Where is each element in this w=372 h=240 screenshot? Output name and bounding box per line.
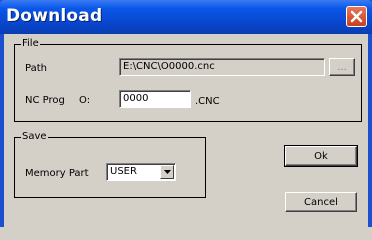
ncprog-suffix: .CNC	[195, 96, 220, 107]
ok-button[interactable]: Ok	[284, 145, 358, 167]
save-group: Save Memory Part USER	[14, 131, 206, 198]
memory-part-label: Memory Part	[25, 168, 89, 179]
save-group-legend: Save	[21, 131, 48, 143]
ncprog-value: 0000	[123, 93, 149, 104]
ncprog-field[interactable]: 0000	[119, 90, 191, 108]
memory-part-value: USER	[110, 166, 137, 177]
path-field[interactable]: E:\CNC\O0000.cnc	[119, 58, 325, 76]
file-group: File Path E:\CNC\O0000.cnc ... NC Prog O…	[14, 38, 362, 122]
ok-button-label: Ok	[314, 150, 328, 162]
browse-button-label: ...	[337, 61, 347, 73]
chevron-down-icon	[163, 170, 171, 174]
dropdown-button[interactable]	[160, 165, 174, 179]
close-icon	[350, 10, 363, 23]
browse-button[interactable]: ...	[329, 58, 355, 76]
download-dialog: Download File Path E:\CNC\O0000.cnc ... …	[0, 0, 372, 227]
ncprog-label: NC Prog	[25, 95, 65, 106]
title-bar[interactable]: Download	[0, 0, 372, 34]
memory-part-select[interactable]: USER	[106, 163, 176, 181]
cancel-button-label: Cancel	[304, 196, 338, 208]
path-label: Path	[25, 63, 47, 74]
close-button[interactable]	[346, 6, 367, 27]
path-value: E:\CNC\O0000.cnc	[123, 61, 215, 72]
ncprog-prefix: O:	[79, 95, 91, 106]
window-title: Download	[6, 6, 103, 26]
cancel-button[interactable]: Cancel	[285, 192, 357, 212]
file-group-legend: File	[21, 38, 40, 50]
